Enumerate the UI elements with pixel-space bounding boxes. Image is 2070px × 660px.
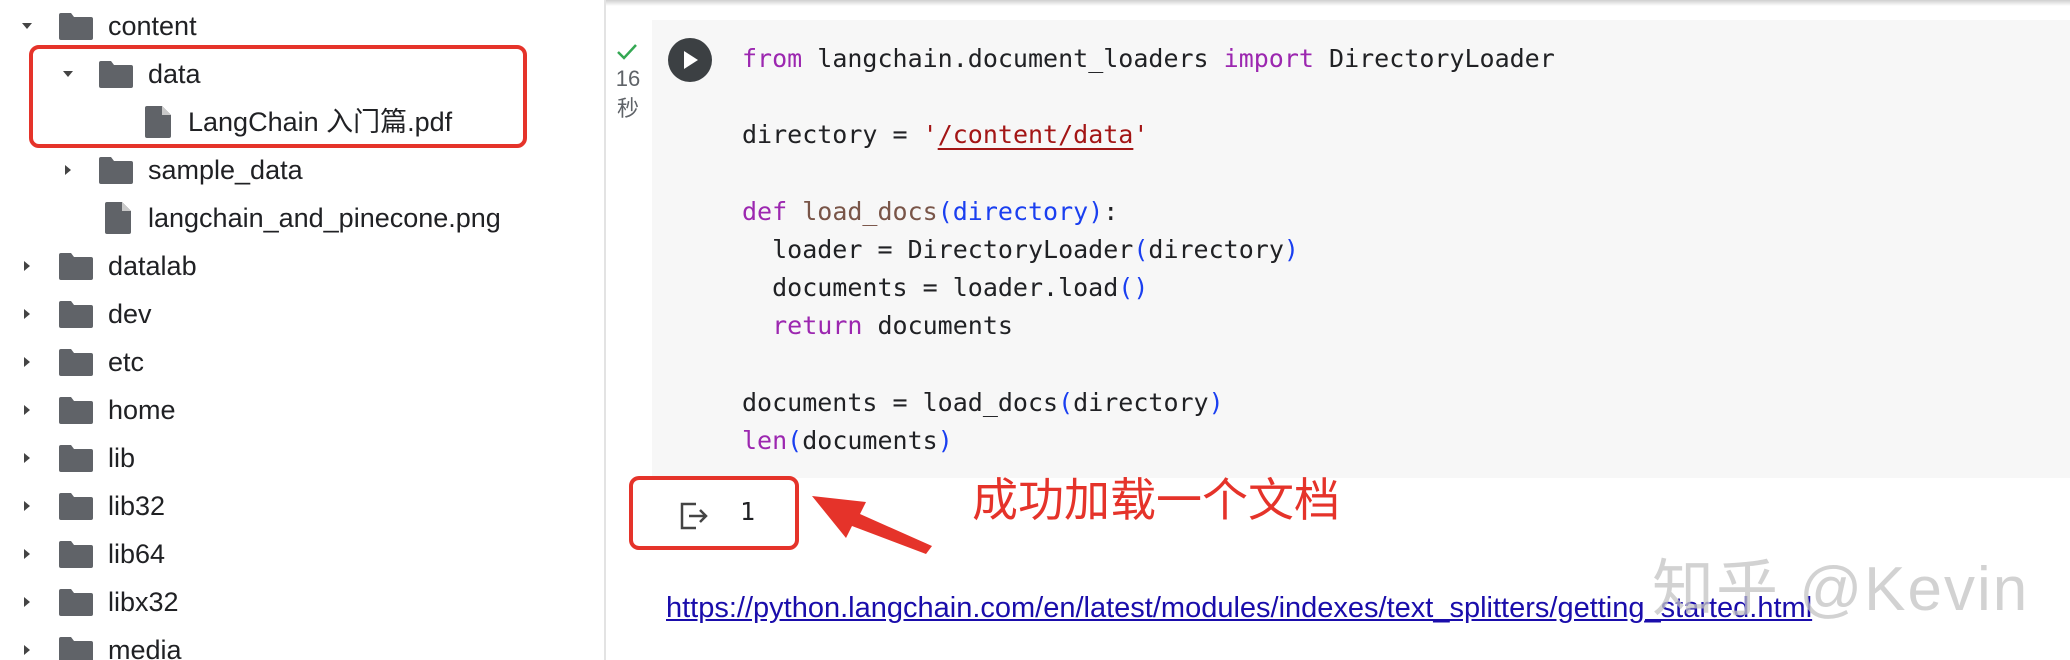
- code-text: :: [1103, 196, 1119, 226]
- caret-down-icon[interactable]: [15, 14, 39, 38]
- code-string-quote: ': [1133, 120, 1149, 150]
- code-function-name: load_docs: [802, 196, 938, 226]
- caret-right-icon[interactable]: [15, 398, 39, 422]
- toolbar-shadow: [606, 0, 2070, 6]
- folder-icon: [58, 346, 94, 378]
- tree-item-media[interactable]: media: [0, 626, 604, 660]
- folder-icon: [58, 298, 94, 330]
- code-text: directory: [1148, 235, 1284, 265]
- folder-icon: [58, 490, 94, 522]
- tree-item-datalab[interactable]: datalab: [0, 242, 604, 290]
- code-text: directory: [1073, 387, 1209, 417]
- caret-right-icon[interactable]: [15, 638, 39, 660]
- watermark: 知乎 @Kevin: [1652, 555, 2030, 624]
- execution-time-seconds: 16: [615, 66, 641, 91]
- file-icon: [100, 202, 136, 234]
- tree-item-dev[interactable]: dev: [0, 290, 604, 338]
- caret-right-icon[interactable]: [56, 158, 80, 182]
- code-paren: ): [1283, 235, 1299, 265]
- tree-item-etc[interactable]: etc: [0, 338, 604, 386]
- caret-right-icon[interactable]: [15, 590, 39, 614]
- code-text: DirectoryLoader: [1313, 44, 1555, 73]
- doc-link[interactable]: https://python.langchain.com/en/latest/m…: [666, 592, 1812, 625]
- code-text: documents: [862, 311, 1013, 341]
- code-paren: (: [1133, 235, 1149, 265]
- annotation-text: 成功加载一个文档: [972, 474, 1340, 526]
- code-paren: (: [1058, 387, 1074, 417]
- tree-item-png-file[interactable]: langchain_and_pinecone.png: [0, 194, 604, 242]
- play-icon: [684, 51, 698, 69]
- code-keyword: import: [1223, 44, 1314, 73]
- tree-item-home[interactable]: home: [0, 386, 604, 434]
- tree-item-content[interactable]: content: [0, 2, 604, 50]
- highlight-box-data-folder: [29, 45, 527, 148]
- caret-right-icon[interactable]: [15, 542, 39, 566]
- code-keyword: from: [742, 44, 803, 73]
- tree-item-label: sample_data: [148, 155, 303, 185]
- caret-right-icon[interactable]: [15, 350, 39, 374]
- folder-icon: [58, 250, 94, 282]
- tree-item-label: media: [108, 635, 182, 660]
- file-browser: content data LangChain 入门篇.pdf sample_da…: [0, 0, 604, 660]
- tree-item-label: dev: [108, 299, 152, 329]
- check-icon: [617, 44, 637, 60]
- red-arrow-annotation: [812, 496, 932, 554]
- caret-right-icon[interactable]: [15, 302, 39, 326]
- tree-item-lib32[interactable]: lib32: [0, 482, 604, 530]
- tree-item-libx32[interactable]: libx32: [0, 578, 604, 626]
- code-paren: (): [1118, 273, 1149, 303]
- tree-item-label: home: [108, 395, 176, 425]
- execution-time-unit: 秒: [616, 96, 639, 121]
- code-text: documents: [802, 426, 938, 456]
- code-paren: ): [937, 426, 953, 456]
- code-text: langchain.document_loaders: [802, 44, 1224, 73]
- code-text: documents = loader.load: [742, 273, 1119, 303]
- code-string: /content/data: [937, 120, 1134, 150]
- code-builtin: len: [742, 426, 788, 456]
- folder-icon: [58, 538, 94, 570]
- folder-icon: [58, 586, 94, 618]
- caret-right-icon[interactable]: [15, 494, 39, 518]
- code-text: loader = DirectoryLoader: [742, 235, 1134, 265]
- folder-icon: [58, 442, 94, 474]
- code-paren: (: [937, 196, 953, 226]
- code-keyword: return: [772, 311, 863, 341]
- caret-right-icon[interactable]: [15, 446, 39, 470]
- run-cell-button[interactable]: [668, 38, 712, 82]
- execution-time: 16 秒: [613, 64, 643, 124]
- tree-item-label: etc: [108, 347, 145, 377]
- code-string-quote: ': [922, 120, 938, 150]
- code-editor[interactable]: from langchain.document_loaders import D…: [742, 40, 1555, 460]
- code-paren: ): [1208, 387, 1224, 417]
- tree-item-label: lib64: [108, 539, 166, 569]
- highlight-box-output: [629, 476, 799, 550]
- tree-item-label: content: [108, 11, 197, 41]
- tree-item-lib64[interactable]: lib64: [0, 530, 604, 578]
- code-paren: ): [1088, 196, 1104, 226]
- tree-item-sample-data[interactable]: sample_data: [0, 146, 604, 194]
- tree-item-label: libx32: [108, 587, 179, 617]
- tree-item-label: lib: [108, 443, 136, 473]
- tree-item-label: datalab: [108, 251, 197, 281]
- tree-item-label: langchain_and_pinecone.png: [148, 203, 501, 233]
- folder-icon: [58, 10, 94, 42]
- code-param: directory: [952, 196, 1089, 226]
- code-text: directory =: [742, 120, 923, 150]
- tree-item-lib[interactable]: lib: [0, 434, 604, 482]
- caret-right-icon[interactable]: [15, 254, 39, 278]
- tree-item-label: lib32: [108, 491, 166, 521]
- folder-icon: [98, 154, 134, 186]
- code-paren: (: [787, 426, 803, 456]
- code-text: documents = load_docs: [742, 387, 1059, 417]
- folder-icon: [58, 394, 94, 426]
- code-keyword: def: [742, 196, 788, 226]
- folder-icon: [58, 634, 94, 660]
